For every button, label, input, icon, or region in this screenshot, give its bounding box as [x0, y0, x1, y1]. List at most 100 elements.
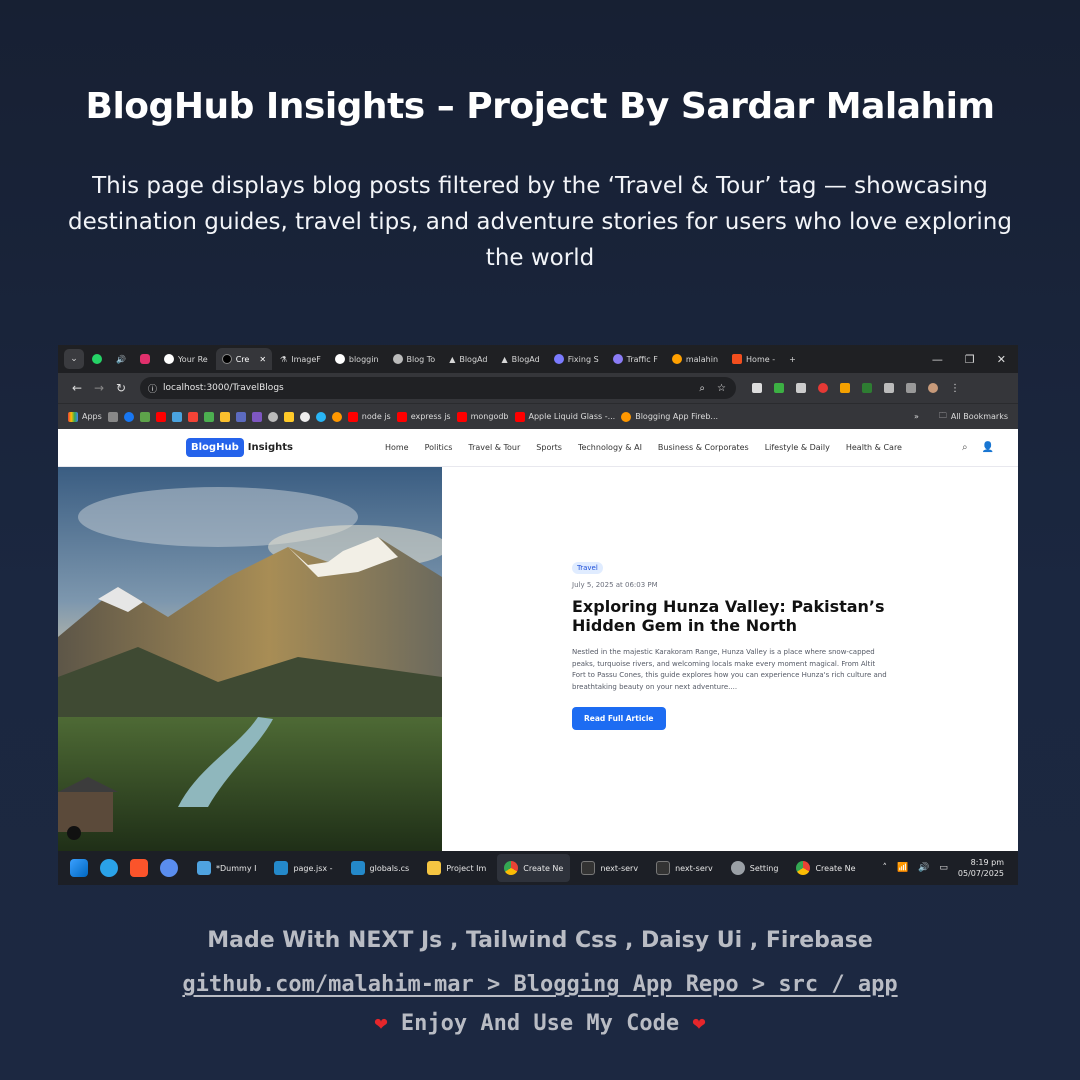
nav-politics[interactable]: Politics: [425, 443, 453, 452]
camera-icon[interactable]: [752, 383, 762, 393]
bookmark-blogging-app[interactable]: Blogging App Fireb...: [621, 411, 718, 422]
star-icon[interactable]: ☆: [717, 383, 726, 394]
forward-icon[interactable]: →: [88, 381, 110, 395]
tab-3[interactable]: bloggin: [329, 348, 385, 370]
tab-0[interactable]: Your Re: [158, 348, 214, 370]
firebase-icon[interactable]: [331, 411, 342, 422]
close-window-icon[interactable]: ✕: [997, 353, 1006, 366]
tab-search-icon[interactable]: ⌄: [64, 349, 84, 369]
facebook-icon[interactable]: [123, 411, 134, 422]
tab-5[interactable]: ▲ BlogAd: [443, 348, 493, 370]
back-icon[interactable]: ←: [66, 381, 88, 395]
tab-4[interactable]: Blog To: [387, 348, 442, 370]
nav-technology-ai[interactable]: Technology & AI: [578, 443, 642, 452]
taskbar-app-6[interactable]: next-serv: [649, 854, 720, 882]
minimize-icon[interactable]: —: [932, 353, 943, 366]
address-bar[interactable]: ⓘ localhost:3000/TravelBlogs ⌕ ☆: [140, 377, 736, 399]
extension-green-icon[interactable]: [862, 383, 872, 393]
tab-1[interactable]: Cre ✕: [215, 348, 273, 370]
search-icon[interactable]: [100, 859, 118, 877]
battery-icon[interactable]: ▭: [939, 863, 948, 873]
taskbar-app-label: Create Ne: [815, 863, 856, 873]
taskbar-app-7[interactable]: Setting: [724, 854, 786, 882]
puzzle-icon[interactable]: [884, 383, 894, 393]
windows-start-icon[interactable]: [70, 859, 88, 877]
tab-7[interactable]: Fixing S: [548, 348, 605, 370]
pinned-instagram-tab[interactable]: [134, 348, 156, 370]
tab-8[interactable]: Traffic F: [607, 348, 664, 370]
taskbar-app-2[interactable]: globals.cs: [344, 854, 417, 882]
taskbar-app-8[interactable]: Create Ne: [789, 854, 862, 882]
nav-lifestyle-daily[interactable]: Lifestyle & Daily: [765, 443, 830, 452]
taskbar-app-5[interactable]: next-serv: [574, 854, 645, 882]
bookmark-node-js[interactable]: node js: [347, 411, 391, 422]
shopify-icon[interactable]: [139, 411, 150, 422]
wifi-icon[interactable]: 📶: [897, 863, 908, 873]
chevron-up-icon[interactable]: ˄: [882, 863, 887, 873]
repo-link[interactable]: github.com/malahim-mar > Blogging App Re…: [182, 972, 897, 997]
site-info-icon[interactable]: ⓘ: [148, 382, 157, 395]
chevron-right-icon[interactable]: »: [914, 412, 919, 421]
chat-icon[interactable]: [315, 411, 326, 422]
taskbar-app-0[interactable]: *Dummy I: [190, 854, 263, 882]
user-icon[interactable]: 👤: [982, 442, 994, 453]
ublock-icon[interactable]: [818, 383, 828, 393]
taskbar-app-4[interactable]: Create Ne: [497, 854, 571, 882]
page-headline: BlogHub Insights – Project By Sardar Mal…: [85, 86, 995, 127]
sheets-icon[interactable]: [203, 411, 214, 422]
bookmark-apps[interactable]: Apps: [68, 411, 102, 422]
nav-travel-tour[interactable]: Travel & Tour: [468, 443, 520, 452]
brave-icon[interactable]: [130, 859, 148, 877]
all-bookmarks[interactable]: 🗀 All Bookmarks: [939, 410, 1008, 424]
restore-icon[interactable]: ❐: [965, 353, 975, 366]
bookmark-mongodb[interactable]: mongodb: [456, 411, 509, 422]
pinned-audio-tab[interactable]: 🔊: [110, 348, 132, 370]
nav-home[interactable]: Home: [385, 443, 409, 452]
keep-icon[interactable]: [219, 411, 230, 422]
bookmark-red-icon[interactable]: [187, 411, 198, 422]
download-icon[interactable]: [840, 383, 850, 393]
note-icon[interactable]: [283, 411, 294, 422]
site-logo[interactable]: BlogHub Insights: [186, 438, 293, 457]
pinned-whatsapp-tab[interactable]: [86, 348, 108, 370]
post-tag[interactable]: Travel: [572, 562, 603, 574]
close-icon[interactable]: ✕: [259, 355, 266, 364]
post-title[interactable]: Exploring Hunza Valley: Pakistan’s Hidde…: [572, 597, 890, 635]
tab-9[interactable]: malahin: [666, 348, 724, 370]
read-full-article-button[interactable]: Read Full Article: [572, 707, 666, 730]
media-icon[interactable]: [906, 383, 916, 393]
browser-icon[interactable]: [160, 859, 178, 877]
photos-icon[interactable]: [235, 411, 246, 422]
cloud-icon[interactable]: [171, 411, 182, 422]
menu-icon[interactable]: ⋮: [950, 383, 960, 394]
cart-icon[interactable]: [774, 383, 784, 393]
new-tab-button[interactable]: +: [783, 348, 802, 370]
youtube-icon[interactable]: [155, 411, 166, 422]
nav-health-care[interactable]: Health & Care: [846, 443, 902, 452]
taskbar-app-label: next-serv: [675, 863, 713, 873]
bookmark-express-js[interactable]: express js: [396, 411, 451, 422]
tab-10[interactable]: Home -: [726, 348, 781, 370]
reload-icon[interactable]: ↻: [110, 381, 132, 395]
tab-groups-icon[interactable]: [107, 411, 118, 422]
tab-2[interactable]: ⚗ ImageF: [274, 348, 327, 370]
clock[interactable]: 8:19 pm 05/07/2025: [958, 857, 1004, 879]
nav-sports[interactable]: Sports: [536, 443, 562, 452]
shape-icon[interactable]: [251, 411, 262, 422]
openai-icon[interactable]: [267, 411, 278, 422]
github-icon[interactable]: [299, 411, 310, 422]
bookmark-apple-liquid-glass[interactable]: Apple Liquid Glass -...: [514, 411, 615, 422]
zoom-icon[interactable]: ⌕: [699, 383, 705, 394]
tab-6[interactable]: ▲ BlogAd: [495, 348, 545, 370]
avatar[interactable]: [928, 383, 938, 393]
taskbar-app-1[interactable]: page.jsx -: [267, 854, 339, 882]
search-icon[interactable]: ⌕: [962, 442, 968, 453]
tab-label: ImageF: [291, 354, 321, 364]
formula-icon[interactable]: [796, 383, 806, 393]
youtube-icon: [347, 411, 358, 422]
nextjs-dev-icon[interactable]: [67, 826, 81, 840]
nav-business-corporates[interactable]: Business & Corporates: [658, 443, 749, 452]
volume-icon[interactable]: 🔊: [918, 863, 929, 873]
figma-icon: [732, 354, 743, 364]
taskbar-app-3[interactable]: Project Im: [420, 854, 493, 882]
